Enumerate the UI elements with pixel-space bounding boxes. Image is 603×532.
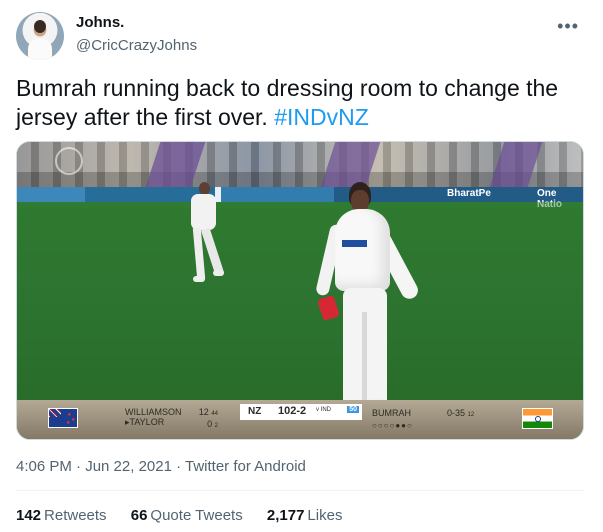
player-leg [200, 227, 225, 276]
player-jersey [335, 209, 390, 291]
team-total: 102-2 [278, 405, 307, 417]
tweet-metrics: 142 Retweets 66 Quote Tweets 2,177 Likes [16, 507, 362, 529]
jersey-sponsor-logo [342, 240, 367, 247]
player-torso [191, 194, 216, 230]
batter-2-name: ▸TAYLOR [125, 417, 165, 427]
flag-star-icon: ★ [66, 420, 71, 426]
display-name[interactable]: Johns. [76, 14, 124, 31]
red-cloth [317, 294, 340, 322]
india-flag-icon [522, 408, 553, 429]
bowler-figures: 0-35 12 [447, 408, 475, 418]
tweet-media-image[interactable]: BharatPe One Natio ★ ★ ★ WILLIAMSON ▸TAY… [16, 141, 584, 440]
bumrah-player [315, 182, 425, 414]
batter-1-name: WILLIAMSON [125, 407, 182, 417]
field-edge [17, 202, 583, 209]
player-shoe [213, 270, 224, 276]
tweet-text: Bumrah running back to dressing room to … [16, 74, 586, 132]
player-shoe [193, 276, 205, 282]
board-text-bharatpe: BharatPe [447, 188, 491, 199]
flag-star-icon: ★ [71, 417, 76, 423]
over-number: 50 [347, 406, 359, 413]
batter-scores: 12 44 0 2 [198, 407, 218, 431]
ball-by-ball-icons: ○○○○●●○ [372, 421, 413, 430]
batter-1-score: 12 44 [198, 407, 218, 417]
batter-names: WILLIAMSON ▸TAYLOR [125, 407, 182, 427]
user-handle[interactable]: @CricCrazyJohns [76, 37, 197, 54]
batter-2-score: 0 2 [207, 419, 218, 429]
watermark-logo [55, 147, 83, 175]
ashoka-chakra-icon [535, 416, 541, 422]
more-options-icon[interactable]: ••• [557, 16, 579, 37]
team-score-box: NZ 102-2 v IND 50 [240, 404, 362, 420]
tweet-timestamp[interactable]: 4:06 PM · Jun 22, 2021 · Twitter for And… [16, 458, 306, 475]
avatar-head [34, 20, 46, 33]
opponent-label: v IND [316, 407, 331, 413]
hashtag-link[interactable]: #INDvNZ [274, 104, 369, 130]
likes-metric[interactable]: 2,177 Likes [267, 507, 343, 524]
union-jack-icon [49, 409, 61, 417]
retweets-metric[interactable]: 142 Retweets [16, 507, 107, 524]
bowler-name: BUMRAH [372, 408, 412, 418]
new-zealand-flag-icon: ★ ★ ★ [48, 408, 78, 428]
advertising-boards: BharatPe One Natio [17, 187, 583, 210]
avatar-shirt [28, 39, 52, 60]
scoreboard-overlay: ★ ★ ★ WILLIAMSON ▸TAYLOR 12 44 0 2 NZ 10… [17, 400, 583, 439]
team-name: NZ [248, 406, 262, 417]
profile-avatar[interactable] [16, 12, 64, 60]
trouser-fold [362, 312, 367, 400]
fielder-player [186, 182, 226, 287]
quote-tweets-metric[interactable]: 66 Quote Tweets [131, 507, 243, 524]
metrics-divider [16, 490, 584, 491]
